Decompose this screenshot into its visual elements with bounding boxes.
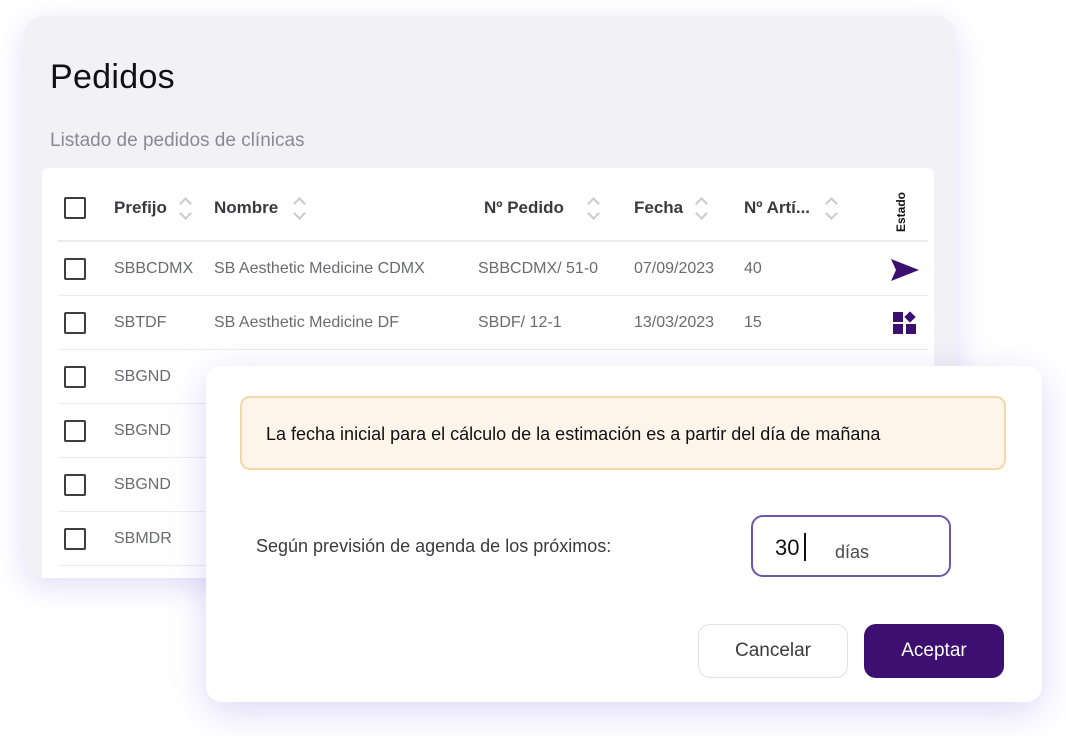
- table-row[interactable]: SBTDF SB Aesthetic Medicine DF SBDF/ 12-…: [58, 296, 928, 350]
- row-checkbox[interactable]: [64, 420, 86, 442]
- page-title: Pedidos: [50, 58, 175, 96]
- cell-articulos: 40: [744, 260, 762, 277]
- row-checkbox[interactable]: [64, 258, 86, 280]
- cell-prefijo: SBGND: [114, 476, 171, 493]
- cell-pedido: SBDF/ 12-1: [478, 314, 562, 331]
- cell-prefijo: SBGND: [114, 422, 171, 439]
- cell-prefijo: SBTDF: [114, 314, 167, 331]
- header-prefijo[interactable]: Prefijo: [114, 198, 167, 218]
- row-checkbox[interactable]: [64, 366, 86, 388]
- cell-pedido: SBBCDMX/ 51-0: [478, 260, 599, 277]
- send-icon[interactable]: [890, 258, 920, 282]
- days-value[interactable]: 30: [775, 535, 799, 561]
- page-subtitle: Listado de pedidos de clínicas: [50, 130, 305, 151]
- notice-text: La fecha inicial para el cálculo de la e…: [266, 424, 881, 444]
- sort-fecha-icon[interactable]: [694, 195, 708, 223]
- row-checkbox[interactable]: [64, 474, 86, 496]
- header-estado: Estado: [894, 191, 908, 232]
- header-pedido[interactable]: Nº Pedido: [484, 198, 564, 218]
- table-header: Prefijo Nombre Nº Pedido Fecha Nº Artí..…: [58, 168, 928, 242]
- cell-prefijo: SBMDR: [114, 530, 172, 547]
- cell-nombre: SB Aesthetic Medicine DF: [214, 314, 399, 331]
- sort-nombre-icon[interactable]: [292, 195, 306, 223]
- header-fecha[interactable]: Fecha: [634, 198, 683, 218]
- cell-prefijo: SBBCDMX: [114, 260, 194, 277]
- cell-fecha: 07/09/2023: [634, 260, 715, 277]
- days-input[interactable]: 30 días: [751, 515, 951, 577]
- select-all-checkbox[interactable]: [64, 197, 86, 219]
- table-row[interactable]: SBBCDMX SB Aesthetic Medicine CDMX SBBCD…: [58, 242, 928, 296]
- header-nombre[interactable]: Nombre: [214, 198, 278, 218]
- info-notice: La fecha inicial para el cálculo de la e…: [240, 396, 1006, 470]
- days-unit-label: días: [835, 542, 870, 562]
- forecast-label: Según previsión de agenda de los próximo…: [256, 536, 612, 556]
- shapes-icon[interactable]: [892, 310, 918, 336]
- sort-prefijo-icon[interactable]: [178, 195, 192, 223]
- cell-nombre: SB Aesthetic Medicine CDMX: [214, 260, 425, 277]
- accept-button[interactable]: Aceptar: [864, 624, 1004, 678]
- sort-pedido-icon[interactable]: [586, 195, 600, 223]
- cancel-button[interactable]: Cancelar: [698, 624, 848, 678]
- row-checkbox[interactable]: [64, 528, 86, 550]
- cell-fecha: 13/03/2023: [634, 314, 715, 331]
- estimation-dialog: La fecha inicial para el cálculo de la e…: [206, 366, 1042, 702]
- text-caret: [804, 533, 806, 561]
- sort-articulos-icon[interactable]: [824, 195, 838, 223]
- cell-articulos: 15: [744, 314, 762, 331]
- header-articulos[interactable]: Nº Artí...: [744, 198, 810, 218]
- row-checkbox[interactable]: [64, 312, 86, 334]
- cell-prefijo: SBGND: [114, 368, 171, 385]
